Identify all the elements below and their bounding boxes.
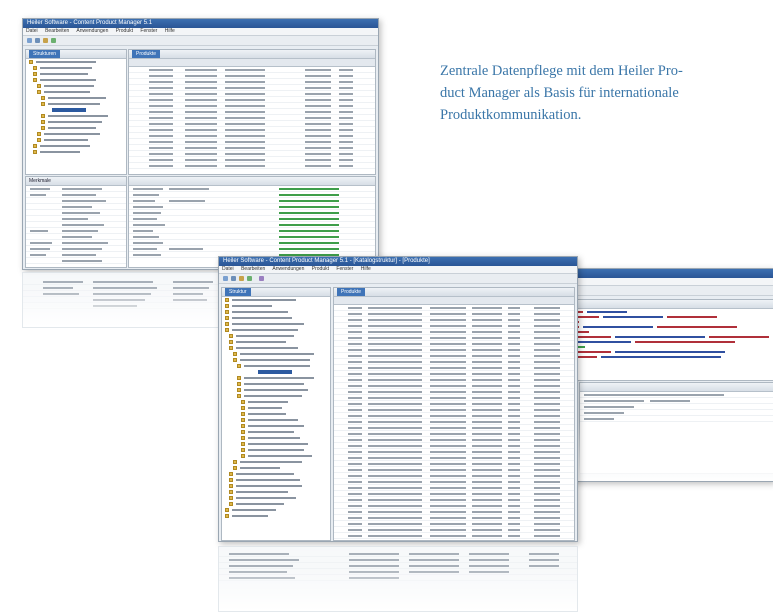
menu-bar: Datei Bearbeiten Anwendungen Produkt Fen…	[219, 266, 577, 274]
refresh-icon[interactable]	[247, 276, 252, 281]
export-icon[interactable]	[259, 276, 264, 281]
product-grid-pane: Produkte	[333, 287, 575, 541]
pane-tabs: Strukturen	[26, 50, 126, 59]
tab-structure[interactable]: Strukturen	[29, 50, 61, 58]
grid-header	[334, 297, 574, 305]
menu-item[interactable]: Produkt	[312, 266, 329, 272]
pane-tabs	[129, 177, 375, 186]
new-icon[interactable]	[223, 276, 228, 281]
product-grid-pane: Produkte	[128, 49, 376, 175]
structure-tree-pane: Struktur	[221, 287, 331, 541]
menu-item[interactable]: Datei	[26, 28, 38, 34]
menu-item[interactable]: Hilfe	[165, 28, 175, 34]
tab-products[interactable]: Produkte	[337, 288, 366, 296]
pane-tabs: Produkte	[129, 50, 375, 59]
pane-tabs: Struktur	[222, 288, 330, 297]
tree-list	[26, 59, 126, 155]
search-icon[interactable]	[43, 38, 48, 43]
menu-item[interactable]: Produkt	[116, 28, 133, 34]
pane-tabs	[580, 383, 773, 392]
menu-item[interactable]: Datei	[222, 266, 234, 272]
tree-list	[222, 297, 330, 519]
tree-item[interactable]	[222, 513, 330, 519]
window-titlebar: Heiler Software - Content Product Manage…	[219, 257, 577, 266]
tab-products[interactable]: Produkte	[132, 50, 161, 58]
menu-item[interactable]: Anwendungen	[76, 28, 108, 34]
toolbar	[219, 274, 577, 284]
grid-header	[129, 59, 375, 67]
structure-tree-pane: Strukturen	[25, 49, 127, 175]
search-icon[interactable]	[239, 276, 244, 281]
tab-attributes[interactable]: Merkmale	[29, 178, 51, 184]
caption-line-1: Zentrale Datenpflege mit dem Heiler Pro-	[440, 63, 683, 79]
window-titlebar: Heiler Software - Content Product Manage…	[23, 19, 378, 28]
save-icon[interactable]	[35, 38, 40, 43]
toolbar	[23, 36, 378, 46]
refresh-icon[interactable]	[51, 38, 56, 43]
table-row[interactable]	[334, 539, 574, 540]
menu-item[interactable]: Bearbeiten	[45, 28, 69, 34]
table-row[interactable]	[129, 163, 375, 169]
grid-rows	[129, 67, 375, 169]
save-icon[interactable]	[231, 276, 236, 281]
window-reflection	[218, 546, 578, 612]
window-front: Heiler Software - Content Product Manage…	[218, 256, 578, 542]
caption-line-3: Produktkommunikation.	[440, 107, 582, 123]
window-back-left: Heiler Software - Content Product Manage…	[22, 18, 379, 270]
menu-item[interactable]: Anwendungen	[272, 266, 304, 272]
caption-line-2: duct Manager als Basis für international…	[440, 85, 679, 101]
menu-item[interactable]: Bearbeiten	[241, 266, 265, 272]
menu-item[interactable]: Hilfe	[361, 266, 371, 272]
attributes-pane: Merkmale	[25, 176, 127, 268]
menu-item[interactable]: Fenster	[336, 266, 353, 272]
tab-structure[interactable]: Struktur	[225, 288, 251, 296]
pane-tabs: Merkmale	[26, 177, 126, 186]
grid-rows	[334, 305, 574, 540]
caption-text: Zentrale Datenpflege mit dem Heiler Pro-…	[440, 60, 760, 126]
new-icon[interactable]	[27, 38, 32, 43]
tree-item[interactable]	[26, 149, 126, 155]
menu-item[interactable]: Fenster	[140, 28, 157, 34]
pane-tabs: Produkte	[334, 288, 574, 297]
menu-bar: Datei Bearbeiten Anwendungen Produkt Fen…	[23, 28, 378, 36]
detail-pane	[128, 176, 376, 268]
